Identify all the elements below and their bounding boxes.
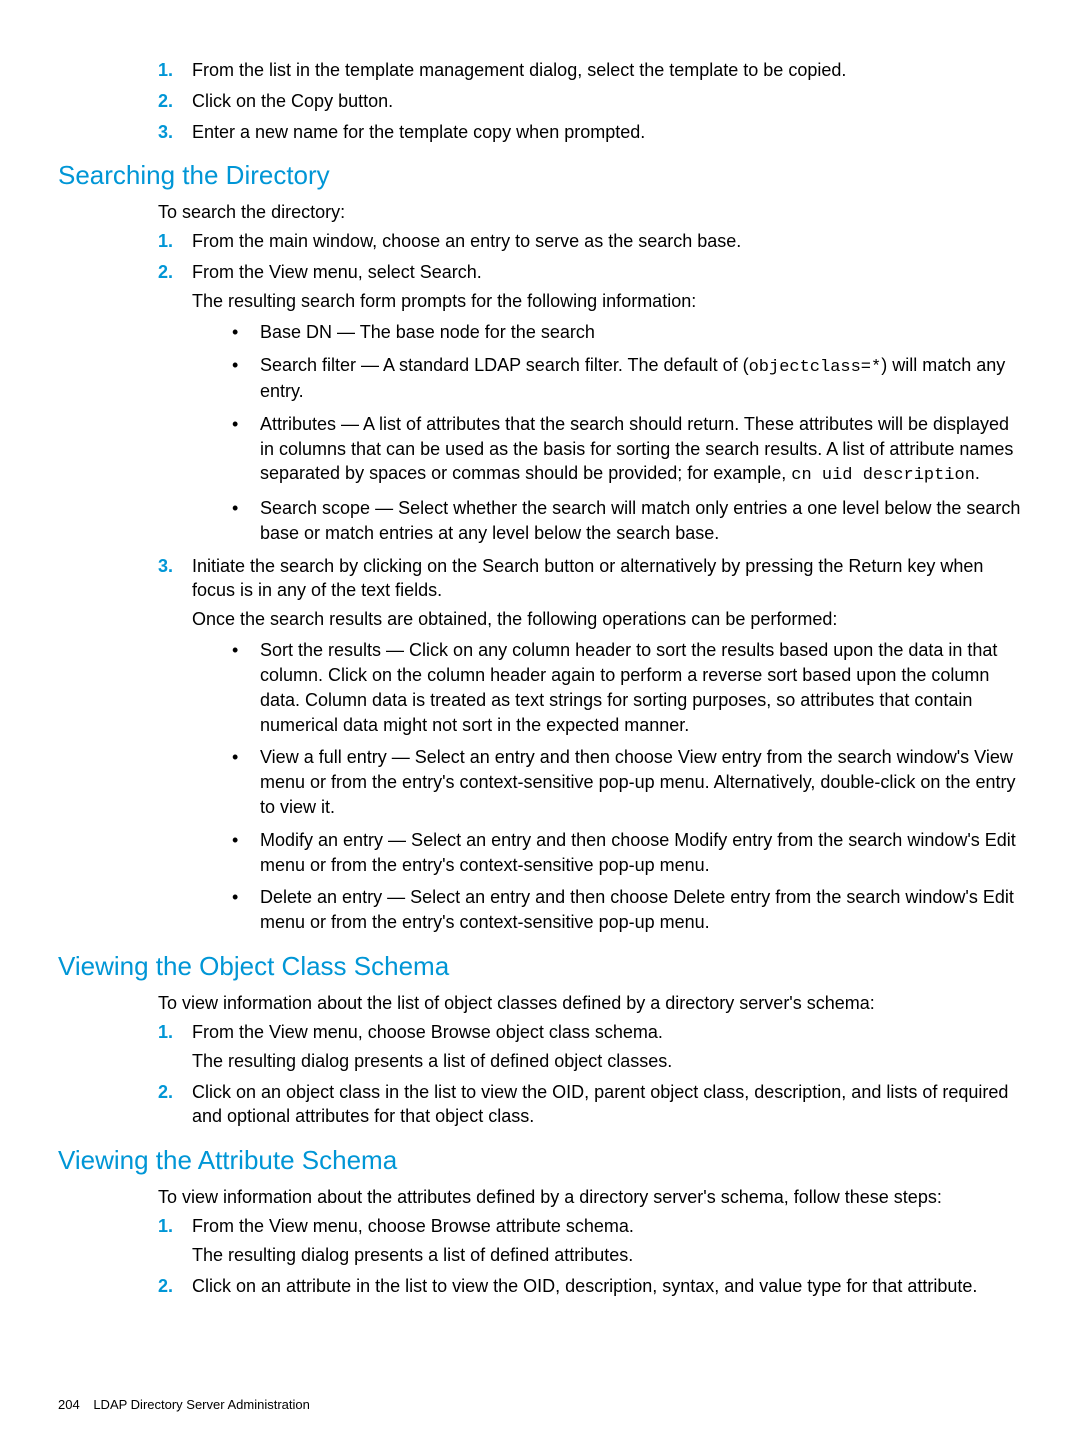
code-text: objectclass=* (749, 358, 882, 377)
step-text: From the View menu, choose Browse attrib… (192, 1216, 634, 1236)
list-item: 2. From the View menu, select Search. Th… (158, 260, 1022, 546)
search-result-operations: Sort the results — Click on any column h… (192, 638, 1022, 935)
list-item: 2. Click on an attribute in the list to … (158, 1274, 1022, 1299)
step-number: 2. (158, 1274, 173, 1299)
step-text: Enter a new name for the template copy w… (192, 122, 645, 142)
page-number: 204 (58, 1397, 80, 1412)
list-item: 3. Initiate the search by clicking on th… (158, 554, 1022, 936)
page-footer: 204 LDAP Directory Server Administration (58, 1396, 310, 1414)
bullet-item: Base DN — The base node for the search (226, 320, 1022, 345)
step-text: Click on an object class in the list to … (192, 1082, 1008, 1127)
step-text: Click on an attribute in the list to vie… (192, 1276, 977, 1296)
step-followup: The resulting dialog presents a list of … (192, 1049, 1022, 1074)
list-item: 1. From the main window, choose an entry… (158, 229, 1022, 254)
footer-title: LDAP Directory Server Administration (93, 1397, 310, 1412)
bullet-item: Search filter — A standard LDAP search f… (226, 353, 1022, 404)
object-class-schema-steps: 1. From the View menu, choose Browse obj… (58, 1020, 1022, 1129)
step-followup: Once the search results are obtained, th… (192, 607, 1022, 632)
bullet-item: Modify an entry — Select an entry and th… (226, 828, 1022, 878)
list-item: 3. Enter a new name for the template copy… (158, 120, 1022, 145)
bullet-text: Search filter — A standard LDAP search f… (260, 355, 749, 375)
bullet-item: Sort the results — Click on any column h… (226, 638, 1022, 737)
step-text: From the View menu, select Search. (192, 262, 482, 282)
step-number: 2. (158, 260, 173, 285)
step-number: 2. (158, 1080, 173, 1105)
list-item: 1. From the list in the template manageme… (158, 58, 1022, 83)
bullet-text: View a full entry — Select an entry and … (260, 747, 1015, 817)
heading-object-class-schema: Viewing the Object Class Schema (58, 949, 1022, 985)
intro-text: To search the directory: (58, 200, 1022, 225)
step-number: 1. (158, 1020, 173, 1045)
step-followup: The resulting search form prompts for th… (192, 289, 1022, 314)
step-number: 1. (158, 229, 173, 254)
list-item: 1. From the View menu, choose Browse obj… (158, 1020, 1022, 1074)
intro-text: To view information about the attributes… (58, 1185, 1022, 1210)
step-text: From the list in the template management… (192, 60, 846, 80)
heading-attribute-schema: Viewing the Attribute Schema (58, 1143, 1022, 1179)
bullet-text: Delete an entry — Select an entry and th… (260, 887, 1014, 932)
step-text: Initiate the search by clicking on the S… (192, 556, 983, 601)
step-number: 3. (158, 554, 173, 579)
list-item: 2. Click on the Copy button. (158, 89, 1022, 114)
bullet-item: Delete an entry — Select an entry and th… (226, 885, 1022, 935)
heading-searching-directory: Searching the Directory (58, 158, 1022, 194)
bullet-item: Search scope — Select whether the search… (226, 496, 1022, 546)
step-text: Click on the Copy button. (192, 91, 393, 111)
attribute-schema-steps: 1. From the View menu, choose Browse att… (58, 1214, 1022, 1298)
step-number: 3. (158, 120, 173, 145)
bullet-text: Modify an entry — Select an entry and th… (260, 830, 1016, 875)
intro-text: To view information about the list of ob… (58, 991, 1022, 1016)
bullet-item: View a full entry — Select an entry and … (226, 745, 1022, 819)
step-number: 2. (158, 89, 173, 114)
bullet-item: Attributes — A list of attributes that t… (226, 412, 1022, 488)
search-directory-steps: 1. From the main window, choose an entry… (58, 229, 1022, 935)
search-form-fields: Base DN — The base node for the search S… (192, 320, 1022, 546)
step-number: 1. (158, 1214, 173, 1239)
bullet-text: Search scope — Select whether the search… (260, 498, 1020, 543)
bullet-text: Base DN — The base node for the search (260, 322, 595, 342)
step-number: 1. (158, 58, 173, 83)
template-copy-steps: 1. From the list in the template manageme… (58, 58, 1022, 144)
step-text: From the main window, choose an entry to… (192, 231, 741, 251)
code-text: cn uid description (791, 466, 975, 485)
list-item: 1. From the View menu, choose Browse att… (158, 1214, 1022, 1268)
step-text: From the View menu, choose Browse object… (192, 1022, 663, 1042)
bullet-text: Sort the results — Click on any column h… (260, 640, 997, 734)
bullet-text: . (975, 463, 980, 483)
list-item: 2. Click on an object class in the list … (158, 1080, 1022, 1130)
step-followup: The resulting dialog presents a list of … (192, 1243, 1022, 1268)
